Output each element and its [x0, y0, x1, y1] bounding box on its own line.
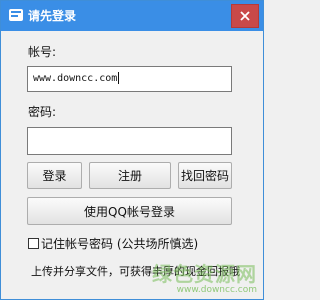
qq-login-button[interactable]: 使用QQ帐号登录 [27, 197, 232, 225]
recover-password-button[interactable]: 找回密码 [178, 162, 232, 189]
title-bar: 请先登录 [1, 1, 263, 31]
register-button[interactable]: 注册 [89, 162, 171, 189]
login-button[interactable]: 登录 [27, 162, 82, 189]
close-button[interactable] [231, 4, 259, 28]
password-label: 密码: [28, 105, 57, 119]
password-input[interactable] [27, 127, 232, 155]
login-dialog: 请先登录 帐号: www.downcc.com 密码: 登录 注册 找回密码 使… [0, 0, 264, 300]
account-label: 帐号: [28, 45, 57, 59]
account-input[interactable]: www.downcc.com [27, 66, 232, 92]
close-icon [240, 11, 250, 21]
remember-checkbox[interactable] [28, 238, 39, 249]
app-icon [9, 9, 23, 21]
text-caret [118, 72, 120, 84]
watermark-url: www.downcc.com [176, 285, 257, 295]
watermark: 绿色资源网 www.downcc.com [152, 263, 257, 295]
account-value: www.downcc.com [33, 73, 118, 84]
watermark-text: 绿色资源网 [152, 262, 257, 286]
window-title: 请先登录 [28, 9, 77, 23]
remember-label[interactable]: 记住帐号密码 (公共场所慎选) [41, 236, 198, 252]
